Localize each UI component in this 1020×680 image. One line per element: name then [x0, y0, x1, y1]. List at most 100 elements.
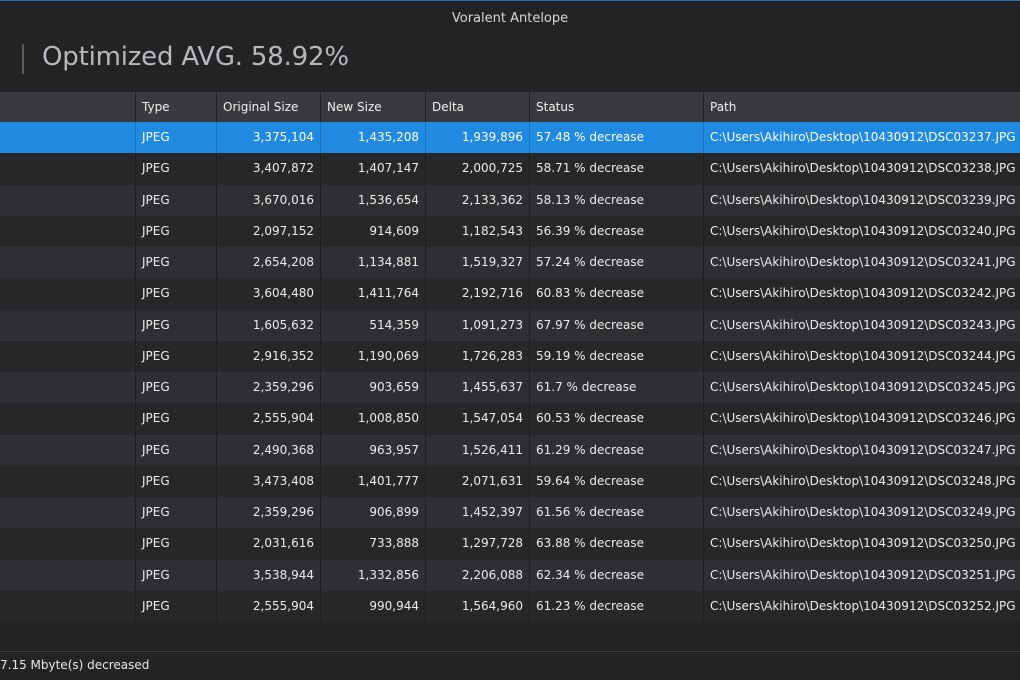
cell-new-size: 1,190,069	[321, 340, 426, 372]
cell-type: JPEG	[136, 309, 217, 341]
table-row[interactable]: JPEG 2,916,352 1,190,069 1,726,283 59.19 % d…	[0, 340, 1020, 372]
cell-status: 63.88 % decrease	[530, 528, 704, 560]
row-blank-cell	[0, 278, 136, 310]
cell-new-size: 514,359	[321, 309, 426, 341]
cell-original-size: 3,670,016	[217, 184, 321, 216]
window-title: Voralent Antelope	[451, 11, 569, 26]
table-row[interactable]: JPEG 3,670,016 1,536,654 2,133,362 58.13 % d…	[0, 184, 1020, 216]
cell-status: 56.39 % decrease	[530, 215, 704, 247]
column-header-new-size[interactable]: New Size	[321, 92, 426, 122]
cell-new-size: 1,332,856	[321, 559, 426, 591]
row-blank-cell	[0, 403, 136, 435]
cell-new-size: 963,957	[321, 434, 426, 466]
table-header: Type Original Size New Size Delta Status…	[0, 92, 1020, 122]
row-blank-cell	[0, 434, 136, 466]
table-row[interactable]: JPEG 2,097,152 914,609 1,182,543 56.39 % dec…	[0, 215, 1020, 247]
cell-delta: 1,297,728	[426, 528, 530, 560]
cell-delta: 1,526,411	[426, 434, 530, 466]
row-blank-cell	[0, 153, 136, 185]
table-row[interactable]: JPEG 3,473,408 1,401,777 2,071,631 59.64 % d…	[0, 465, 1020, 497]
cell-delta: 1,547,054	[426, 403, 530, 435]
cell-new-size: 1,411,764	[321, 278, 426, 310]
cell-path: C:\Users\Akihiro\Desktop\10430912\DSC032…	[710, 442, 1016, 457]
column-header-original-size[interactable]: Original Size	[217, 92, 321, 122]
cell-new-size: 1,407,147	[321, 153, 426, 185]
cell-type: JPEG	[136, 590, 217, 622]
row-blank-cell	[0, 340, 136, 372]
cell-path: C:\Users\Akihiro\Desktop\10430912\DSC032…	[710, 473, 1016, 488]
cell-delta: 1,564,960	[426, 590, 530, 622]
cell-status: 60.83 % decrease	[530, 278, 704, 310]
cell-new-size: 1,435,208	[321, 122, 426, 154]
row-blank-cell	[0, 590, 136, 622]
table-row[interactable]: JPEG 2,031,616 733,888 1,297,728 63.88 % dec…	[0, 528, 1020, 560]
cell-original-size: 2,916,352	[217, 340, 321, 372]
cell-type: JPEG	[136, 340, 217, 372]
table-row[interactable]: JPEG 2,359,296 903,659 1,455,637 61.7 % decr…	[0, 372, 1020, 404]
column-header-type[interactable]: Type	[136, 92, 217, 122]
cell-original-size: 3,538,944	[217, 559, 321, 591]
table-row[interactable]: JPEG 3,604,480 1,411,764 2,192,716 60.83 % d…	[0, 278, 1020, 310]
cell-delta: 2,133,362	[426, 184, 530, 216]
cell-delta: 1,182,543	[426, 215, 530, 247]
cell-path: C:\Users\Akihiro\Desktop\10430912\DSC032…	[710, 223, 1016, 238]
cell-new-size: 903,659	[321, 372, 426, 404]
heading-row: Optimized AVG. 58.92%	[0, 36, 1020, 91]
cell-path: C:\Users\Akihiro\Desktop\10430912\DSC032…	[710, 536, 1016, 551]
table-row[interactable]: JPEG 2,359,296 906,899 1,452,397 61.56 % dec…	[0, 497, 1020, 529]
row-blank-cell	[0, 372, 136, 404]
row-blank-cell	[0, 215, 136, 247]
cell-new-size: 1,134,881	[321, 247, 426, 279]
table-body: JPEG 3,375,104 1,435,208 1,939,896 57.48 % d…	[0, 122, 1020, 622]
cell-path: C:\Users\Akihiro\Desktop\10430912\DSC032…	[710, 567, 1016, 582]
cell-original-size: 2,359,296	[217, 372, 321, 404]
table-row[interactable]: JPEG 2,555,904 1,008,850 1,547,054 60.53 % d…	[0, 403, 1020, 435]
cell-type: JPEG	[136, 153, 217, 185]
cell-status: 59.19 % decrease	[530, 340, 704, 372]
cell-delta: 2,000,725	[426, 153, 530, 185]
table-row[interactable]: JPEG 3,375,104 1,435,208 1,939,896 57.48 % d…	[0, 122, 1020, 154]
cell-type: JPEG	[136, 184, 217, 216]
cell-new-size: 1,008,850	[321, 403, 426, 435]
cell-delta: 2,192,716	[426, 278, 530, 310]
table-row[interactable]: JPEG 3,407,872 1,407,147 2,000,725 58.71 % d…	[0, 153, 1020, 185]
table-row[interactable]: JPEG 1,605,632 514,359 1,091,273 67.97 % dec…	[0, 309, 1020, 341]
cell-path: C:\Users\Akihiro\Desktop\10430912\DSC032…	[710, 348, 1016, 363]
cell-type: JPEG	[136, 278, 217, 310]
cell-original-size: 2,490,368	[217, 434, 321, 466]
app-window: Voralent Antelope Optimized AVG. 58.92% …	[0, 0, 1020, 680]
cell-original-size: 2,555,904	[217, 590, 321, 622]
cell-type: JPEG	[136, 403, 217, 435]
cell-original-size: 2,654,208	[217, 247, 321, 279]
column-header-blank[interactable]	[0, 92, 136, 122]
cell-delta: 1,091,273	[426, 309, 530, 341]
cell-status: 57.48 % decrease	[530, 122, 704, 154]
cell-original-size: 3,604,480	[217, 278, 321, 310]
cell-status: 58.13 % decrease	[530, 184, 704, 216]
column-header-path[interactable]: Path	[704, 92, 1020, 122]
cell-type: JPEG	[136, 372, 217, 404]
row-blank-cell	[0, 247, 136, 279]
table-row[interactable]: JPEG 3,538,944 1,332,856 2,206,088 62.34 % d…	[0, 559, 1020, 591]
cell-original-size: 2,359,296	[217, 497, 321, 529]
cell-path: C:\Users\Akihiro\Desktop\10430912\DSC032…	[710, 255, 1016, 269]
cell-type: JPEG	[136, 122, 217, 154]
column-header-delta[interactable]: Delta	[426, 92, 530, 122]
cell-original-size: 3,375,104	[217, 122, 321, 154]
cell-new-size: 990,944	[321, 590, 426, 622]
table-row[interactable]: JPEG 2,555,904 990,944 1,564,960 61.23 % dec…	[0, 590, 1020, 622]
status-bar: 7.15 Mbyte(s) decreased	[0, 651, 1020, 680]
heading-accent-bar	[22, 44, 24, 74]
cell-delta: 1,939,896	[426, 122, 530, 154]
cell-delta: 1,519,327	[426, 247, 530, 279]
cell-path: C:\Users\Akihiro\Desktop\10430912\DSC032…	[710, 286, 1016, 301]
cell-path: C:\Users\Akihiro\Desktop\10430912\DSC032…	[710, 130, 1016, 144]
column-header-status[interactable]: Status	[530, 92, 704, 122]
table-row[interactable]: JPEG 2,490,368 963,957 1,526,411 61.29 % dec…	[0, 434, 1020, 466]
cell-original-size: 1,605,632	[217, 309, 321, 341]
cell-type: JPEG	[136, 465, 217, 497]
row-blank-cell	[0, 465, 136, 497]
cell-status: 58.71 % decrease	[530, 153, 704, 185]
cell-new-size: 1,536,654	[321, 184, 426, 216]
table-row[interactable]: JPEG 2,654,208 1,134,881 1,519,327 57.24 % d…	[0, 247, 1020, 279]
